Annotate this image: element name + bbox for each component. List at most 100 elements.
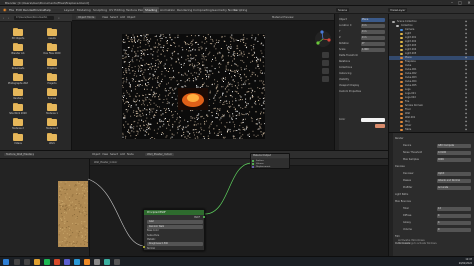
search-icon[interactable]: ⌕ bbox=[58, 16, 60, 20]
tab-modeling[interactable]: Modeling bbox=[75, 7, 93, 13]
viewport-menu-object[interactable]: Object bbox=[127, 16, 135, 19]
property-field[interactable]: Albedo and Normal bbox=[437, 179, 471, 183]
settings-icon[interactable] bbox=[94, 259, 100, 265]
mail-icon[interactable] bbox=[74, 259, 80, 265]
material-output-node[interactable]: Material Output Surface Volume Displacem… bbox=[250, 153, 290, 169]
folder-label: 3D Objects bbox=[11, 37, 25, 40]
folder-label: Videos bbox=[14, 142, 22, 145]
camera-view-icon[interactable] bbox=[322, 68, 329, 74]
property-field[interactable]: 1.000 bbox=[361, 48, 385, 52]
folder-icon[interactable] bbox=[47, 88, 57, 96]
property-field[interactable]: 0 m bbox=[361, 30, 385, 34]
steam-icon[interactable] bbox=[104, 259, 110, 265]
folder-icon[interactable] bbox=[13, 118, 23, 126]
folder-icon[interactable] bbox=[13, 43, 23, 51]
folder-icon[interactable] bbox=[13, 88, 23, 96]
navigation-gizmo[interactable] bbox=[314, 30, 332, 48]
property-field[interactable]: 0.0100 bbox=[437, 151, 471, 155]
property-field[interactable]: 4096 bbox=[437, 158, 471, 162]
property-field[interactable]: OptiX bbox=[437, 172, 471, 176]
menu-file[interactable]: File bbox=[9, 8, 14, 12]
folder-icon[interactable] bbox=[47, 103, 57, 111]
zoom-icon[interactable] bbox=[322, 52, 329, 58]
blender-logo-icon[interactable]: ◉ bbox=[3, 7, 7, 12]
property-field[interactable]: GPU Compute bbox=[437, 144, 471, 148]
menu-bar: ◉ File Edit Render Window Help Layout Mo… bbox=[0, 6, 474, 14]
color-swatch[interactable] bbox=[361, 118, 385, 122]
folder-icon[interactable] bbox=[13, 103, 23, 111]
bsdf-output-socket[interactable] bbox=[203, 216, 205, 218]
perspective-toggle-icon[interactable] bbox=[322, 76, 329, 82]
start-menu-icon[interactable] bbox=[3, 259, 9, 265]
folder-icon[interactable] bbox=[47, 43, 57, 51]
folder-icon[interactable] bbox=[13, 28, 23, 36]
property-field[interactable]: 4 bbox=[437, 221, 471, 225]
spotify-icon[interactable] bbox=[44, 259, 50, 265]
file-browser-header: ‹ › C:\Users\Alex\Documents\ ⌕ bbox=[0, 14, 72, 22]
folder-body bbox=[47, 104, 57, 111]
property-field[interactable]: 0 m bbox=[361, 24, 385, 28]
forward-arrow-icon[interactable]: › bbox=[8, 16, 9, 20]
discord-icon[interactable] bbox=[64, 259, 70, 265]
folder-icon[interactable] bbox=[47, 58, 57, 66]
scene-selector[interactable]: Scene bbox=[336, 8, 350, 12]
bsdf-node-row[interactable]: GGX bbox=[147, 220, 203, 225]
folder-body bbox=[47, 59, 57, 66]
viewport-menu-select[interactable]: Select bbox=[110, 16, 118, 19]
view-layer-selector[interactable]: ViewLayer bbox=[388, 8, 408, 12]
browser-icon[interactable] bbox=[54, 259, 60, 265]
folder-icon[interactable] bbox=[47, 118, 57, 126]
bsdf-node-row[interactable]: Roughness 0.500 bbox=[147, 242, 203, 247]
menu-edit[interactable]: Edit bbox=[16, 8, 22, 12]
property-field[interactable]: 4 bbox=[437, 214, 471, 218]
property-field[interactable]: Plane bbox=[361, 18, 385, 22]
folder-icon[interactable] bbox=[47, 73, 57, 81]
folder-icon[interactable] bbox=[47, 133, 57, 141]
file-explorer-icon[interactable] bbox=[34, 259, 40, 265]
folder-label: Dropbox bbox=[47, 67, 57, 70]
viewport-menu-add[interactable]: Add bbox=[120, 16, 125, 19]
property-field[interactable]: 12 bbox=[437, 207, 471, 211]
object-type-icon bbox=[400, 81, 403, 83]
principled-bsdf-node[interactable]: Principled BSDF BSDF GGX Random Walk Base C… bbox=[143, 209, 205, 251]
base-color-input-socket[interactable] bbox=[143, 246, 145, 248]
property-field[interactable]: Accurate bbox=[437, 186, 471, 190]
object-type-icon bbox=[400, 109, 403, 111]
folder-body bbox=[47, 119, 57, 126]
path-field[interactable]: C:\Users\Alex\Documents\ bbox=[14, 16, 54, 20]
folder-icon[interactable] bbox=[13, 133, 23, 141]
viewport-shading-mode[interactable]: Material Preview bbox=[272, 16, 293, 19]
folder-icon[interactable] bbox=[13, 73, 23, 81]
tab-shading[interactable]: Shading bbox=[143, 7, 160, 13]
property-field[interactable]: 0 bbox=[437, 228, 471, 232]
folder-icon[interactable] bbox=[13, 58, 23, 66]
terminal-icon[interactable] bbox=[114, 259, 120, 265]
surface-input-socket[interactable] bbox=[252, 160, 254, 162]
back-arrow-icon[interactable]: ‹ bbox=[3, 16, 4, 20]
blender-taskbar-icon[interactable] bbox=[84, 259, 90, 265]
tab-scripting[interactable]: Scripting bbox=[232, 7, 249, 13]
shader-node-editor[interactable]: Texture_Wall_Plaster.png Object View Sel… bbox=[0, 150, 388, 257]
folder-icon[interactable] bbox=[47, 28, 57, 36]
property-field[interactable]: 0° bbox=[361, 42, 385, 46]
link-bsdf-to-output bbox=[204, 162, 253, 215]
volume-input-socket[interactable] bbox=[252, 163, 254, 165]
folder-label: Photographs 2020 bbox=[8, 82, 28, 85]
object-type-icon bbox=[400, 117, 403, 119]
3d-viewport[interactable]: Object Mode View Select Add Object Mater… bbox=[72, 14, 334, 150]
accent-swatch[interactable] bbox=[375, 124, 385, 128]
property-label: Instancing bbox=[339, 72, 352, 75]
mode-selector[interactable]: Object Mode bbox=[76, 16, 97, 19]
task-view-icon[interactable] bbox=[24, 259, 30, 265]
object-type-icon bbox=[392, 21, 395, 23]
properties-tab-column bbox=[389, 133, 393, 257]
property-field[interactable]: 0 m bbox=[361, 36, 385, 40]
search-taskbar-icon[interactable] bbox=[14, 259, 20, 265]
pan-hand-icon[interactable] bbox=[322, 60, 329, 66]
viewport-navigation-tools bbox=[322, 52, 330, 88]
bsdf-node-row[interactable]: Random Walk bbox=[147, 224, 203, 229]
viewport-menu-view[interactable]: View bbox=[102, 16, 108, 19]
menu-help[interactable]: Help bbox=[44, 8, 51, 12]
system-clock[interactable]: 12:47 20/02/2022 bbox=[448, 258, 472, 266]
displacement-input-socket[interactable] bbox=[252, 166, 254, 168]
